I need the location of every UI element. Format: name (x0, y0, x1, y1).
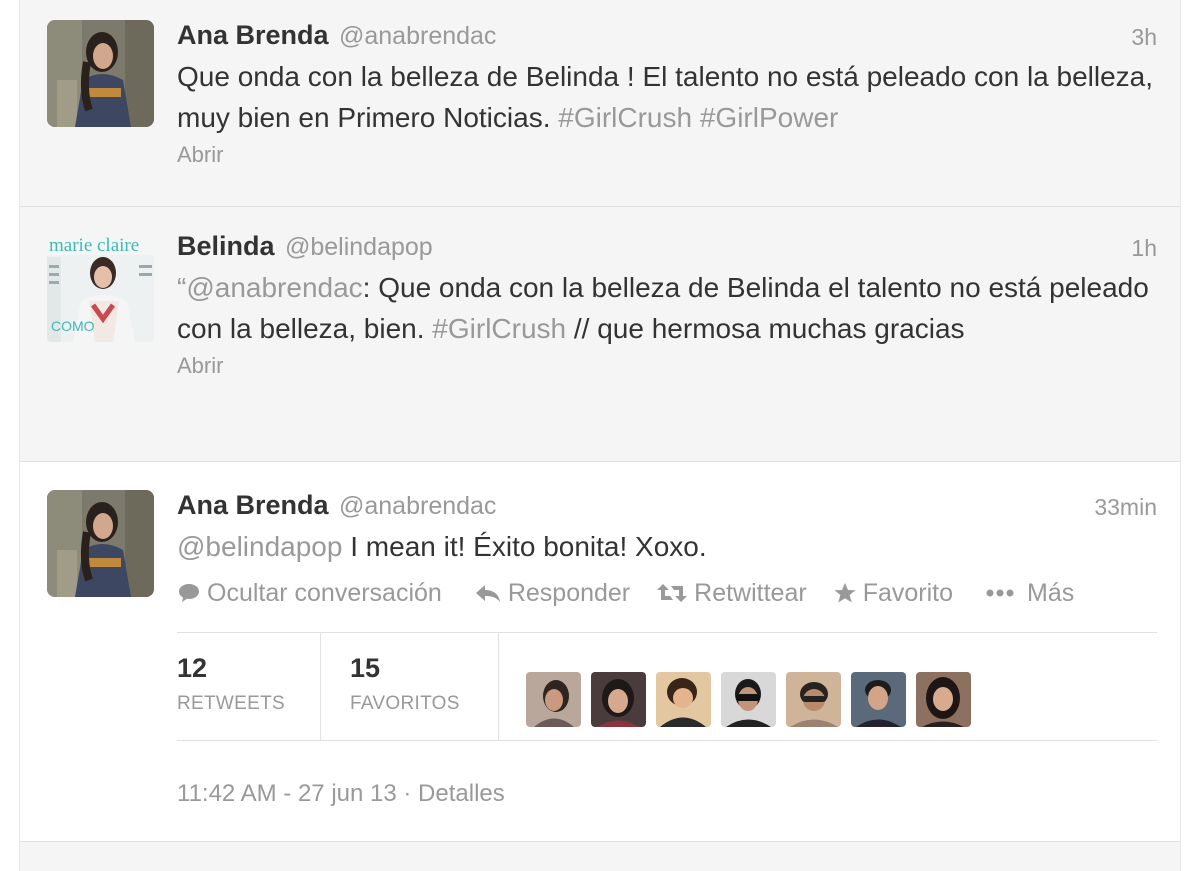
star-icon (834, 583, 856, 603)
tweet-text-body: // que hermosa muchas gracias (573, 313, 965, 344)
hide-conversation-label: Ocultar conversación (207, 578, 442, 607)
favoriter-avatar[interactable] (721, 672, 776, 727)
favoriter-avatar[interactable] (851, 672, 906, 727)
mention-link[interactable]: @belindapop (177, 531, 342, 562)
mention-link[interactable]: @anabrendac (186, 272, 362, 303)
more-dots-icon (986, 589, 1014, 597)
hashtag-link[interactable]: #GirlCrush (432, 313, 566, 344)
retweet-label: Retwittear (694, 578, 807, 607)
author-name[interactable]: Ana Brenda (177, 490, 329, 520)
author-name[interactable]: Belinda (177, 231, 275, 261)
favoriter-avatar[interactable] (656, 672, 711, 727)
tweet-time[interactable]: 33min (1094, 494, 1157, 521)
tweet-content: Ana Brenda @anabrendac 3h Que onda con l… (177, 20, 1157, 168)
hashtag-link[interactable]: #GirlPower (700, 102, 838, 133)
tweet[interactable]: Ana Brenda @anabrendac 3h Que onda con l… (20, 0, 1180, 207)
tweet[interactable]: marie claire COMO Belinda @belindapop 1h (20, 207, 1180, 462)
more-label: Más (1027, 578, 1075, 607)
next-tweet-stub (20, 842, 1180, 871)
favorites-count: 15 (350, 653, 381, 683)
author-handle[interactable]: @belindapop (285, 233, 433, 261)
favorite-button[interactable]: Favorito (833, 579, 953, 608)
retweet-button[interactable]: Retwittear (656, 579, 807, 608)
quote-mark: “ (177, 272, 187, 303)
tweet-content: Belinda @belindapop 1h “@anabrendac: Que… (177, 231, 1157, 379)
favorites-label: FAVORITOS (350, 693, 460, 714)
favoriter-avatar[interactable] (916, 672, 971, 727)
retweets-stat[interactable]: 12 RETWEETS (177, 633, 321, 740)
tweet-stats: 12 RETWEETS 15 FAVORITOS (177, 632, 1157, 741)
favoriter-avatar[interactable] (786, 672, 841, 727)
reply-button[interactable]: Responder (474, 579, 630, 608)
expand-link[interactable]: Abrir (177, 142, 1157, 168)
hashtag-link[interactable]: #GirlCrush (558, 102, 692, 133)
hide-conversation-button[interactable]: Ocultar conversación (177, 579, 442, 608)
tweet-header: Belinda @belindapop 1h (177, 231, 1157, 265)
author-handle[interactable]: @anabrendac (339, 492, 496, 520)
tweet-meta: 11:42 AM - 27 jun 13 · Detalles (177, 780, 505, 808)
tweet-time[interactable]: 1h (1131, 235, 1157, 262)
tweet-text: Que onda con la belleza de Belinda ! El … (177, 56, 1157, 138)
favoriter-avatars (499, 633, 981, 740)
svg-text:marie claire: marie claire (49, 235, 139, 256)
tweet-text: “@anabrendac: Que onda con la belleza de… (177, 267, 1157, 349)
expand-link[interactable]: Abrir (177, 353, 1157, 379)
tweet-header: Ana Brenda @anabrendac 33min (177, 490, 1157, 524)
svg-text:COMO: COMO (51, 318, 95, 334)
retweets-label: RETWEETS (177, 693, 285, 714)
author-name[interactable]: Ana Brenda (177, 20, 329, 50)
tweet-timestamp[interactable]: 11:42 AM - 27 jun 13 (177, 780, 397, 807)
more-button[interactable]: Más (985, 579, 1074, 608)
tweet-expanded[interactable]: Ana Brenda @anabrendac 33min @belindapop… (20, 462, 1180, 842)
reply-arrow-icon (475, 585, 500, 602)
favoriter-avatar[interactable] (591, 672, 646, 727)
speech-bubble-icon (179, 584, 199, 602)
retweets-count: 12 (177, 653, 208, 683)
favoriter-avatar[interactable] (526, 672, 581, 727)
details-link[interactable]: Detalles (418, 780, 505, 807)
tweet-content: Ana Brenda @anabrendac 33min @belindapop… (177, 490, 1157, 611)
timeline: Ana Brenda @anabrendac 3h Que onda con l… (19, 0, 1181, 871)
favorite-label: Favorito (862, 578, 953, 607)
favorites-stat[interactable]: 15 FAVORITOS (321, 633, 499, 740)
retweet-icon (657, 584, 688, 602)
tweet-text: @belindapop I mean it! Éxito bonita! Xox… (177, 526, 1157, 567)
tweet-header: Ana Brenda @anabrendac 3h (177, 20, 1157, 54)
avatar[interactable] (47, 490, 154, 597)
tweet-time[interactable]: 3h (1131, 24, 1157, 51)
author-handle[interactable]: @anabrendac (339, 22, 496, 50)
tweet-actions: Ocultar conversación Responder Retwittea… (177, 575, 1157, 611)
avatar[interactable]: marie claire COMO (47, 235, 154, 342)
tweet-text-body: I mean it! Éxito bonita! Xoxo. (350, 531, 707, 562)
reply-label: Responder (507, 578, 631, 607)
avatar[interactable] (47, 20, 154, 127)
meta-separator: · (403, 780, 419, 807)
